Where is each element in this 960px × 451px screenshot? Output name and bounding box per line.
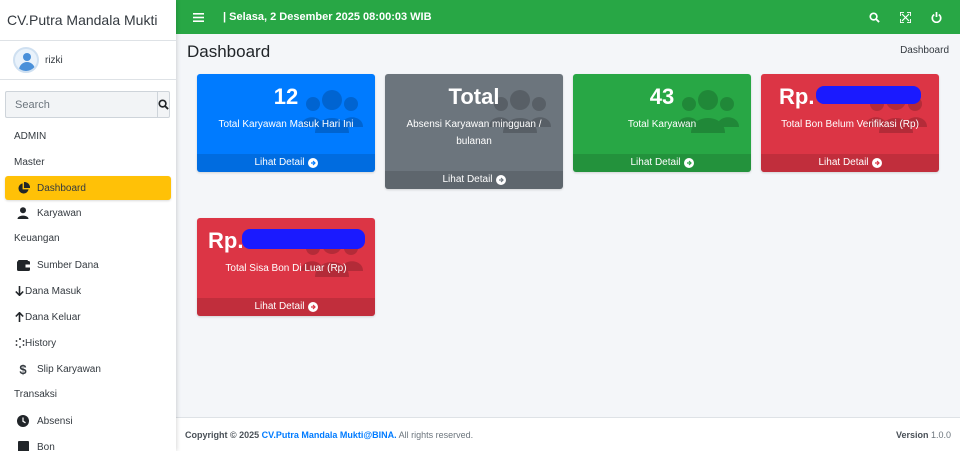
clock-icon — [14, 415, 32, 427]
footer-copyright: Copyright © 2025 CV.Putra Mandala Mukti@… — [185, 430, 473, 440]
card-detail-link[interactable]: Lihat Detail — [385, 171, 563, 189]
card-value-prefix: Rp. — [208, 228, 244, 253]
card-bon-belum-verifikasi: Rp. Total Bon Belum Verifikasi (Rp) Liha… — [761, 74, 939, 172]
sidebar-item-label: Slip Karyawan — [37, 363, 101, 375]
card-detail-link[interactable]: Lihat Detail — [197, 154, 375, 172]
receipt-icon — [14, 440, 32, 451]
search-input[interactable] — [5, 91, 157, 118]
company-link[interactable]: CV.Putra Mandala Mukti@BINA. — [262, 430, 397, 440]
card-detail-link[interactable]: Lihat Detail — [573, 154, 751, 172]
arrow-circle-right-icon — [495, 175, 506, 185]
sidebar-item-dana-keluar[interactable]: Dana Keluar — [0, 304, 176, 330]
sidebar-item-slip-karyawan[interactable]: $ Slip Karyawan — [0, 356, 176, 382]
card-label: Absensi Karyawan mingguan / bulanan — [406, 119, 542, 147]
arrow-circle-right-icon — [871, 158, 882, 168]
breadcrumb[interactable]: Dashboard — [900, 45, 949, 56]
sidebar-item-label: Karyawan — [37, 207, 82, 219]
sidebar-item-karyawan[interactable]: Karyawan — [0, 200, 176, 226]
search-icon — [158, 99, 169, 110]
card-detail-label: Lihat Detail — [442, 174, 493, 185]
dollar-icon: $ — [19, 361, 27, 377]
sidebar-item-label: History — [25, 337, 57, 349]
sidebar-item-label: Dana Keluar — [25, 311, 81, 323]
sidebar-item-label: Sumber Dana — [37, 259, 99, 271]
fullscreen-button[interactable] — [890, 11, 921, 23]
sidebar: CV.Putra Mandala Mukti rizki ADMIN Maste… — [0, 0, 176, 451]
expand-icon — [900, 11, 911, 23]
card-value: 43 — [649, 84, 675, 109]
arrow-circle-right-icon — [683, 158, 694, 168]
sidebar-item-sumber-dana[interactable]: Sumber Dana — [0, 252, 176, 278]
sidebar-search — [5, 91, 170, 118]
search-icon — [869, 11, 880, 23]
nav-header-master: Master — [14, 157, 45, 168]
sidebar-nav: ADMIN Master Dashboard Karyawan Keuangan… — [0, 124, 176, 451]
copyright-text: Copyright © 2025 — [185, 429, 260, 440]
card-detail-label: Lihat Detail — [630, 157, 681, 168]
card-label: Total Bon Belum Verifikasi (Rp) — [781, 119, 919, 130]
wallet-icon — [14, 259, 32, 271]
menu-toggle-button[interactable] — [187, 12, 209, 22]
arrow-down-icon — [14, 286, 25, 296]
arrow-up-icon — [14, 312, 25, 322]
user-icon — [14, 207, 32, 219]
avatar — [13, 47, 39, 73]
footer-version: Version 1.0.0 — [896, 430, 951, 440]
card-detail-link[interactable]: Lihat Detail — [761, 154, 939, 172]
card-value: Total — [448, 84, 500, 109]
card-sisa-bon: Rp. Total Sisa Bon Di Luar (Rp) Lihat De… — [197, 218, 375, 316]
menu-icon — [192, 12, 204, 22]
power-icon — [931, 11, 942, 23]
navbar-search-button[interactable] — [859, 11, 890, 23]
spinner-icon — [14, 338, 25, 348]
user-name[interactable]: rizki — [45, 55, 63, 66]
card-karyawan-masuk: 12 Total Karyawan Masuk Hari Ini Lihat D… — [197, 74, 375, 172]
sidebar-item-absensi[interactable]: Absensi — [0, 408, 176, 434]
top-icons — [859, 0, 952, 34]
redaction-mark — [816, 86, 921, 104]
page-footer: Copyright © 2025 CV.Putra Mandala Mukti@… — [176, 417, 960, 451]
brand-title[interactable]: CV.Putra Mandala Mukti — [0, 0, 176, 41]
card-detail-label: Lihat Detail — [254, 301, 305, 312]
top-navbar: | Selasa, 2 Desember 2025 08:00:03 WIB — [176, 0, 960, 34]
search-button[interactable] — [157, 91, 170, 118]
current-datetime: | Selasa, 2 Desember 2025 08:00:03 WIB — [223, 11, 432, 23]
version-value: 1.0.0 — [930, 429, 951, 440]
sidebar-item-label: Dashboard — [37, 182, 86, 194]
sidebar-item-label: Absensi — [37, 415, 73, 427]
sidebar-item-bon[interactable]: Bon — [0, 434, 176, 451]
nav-header-keuangan: Keuangan — [14, 233, 60, 244]
redaction-mark — [242, 229, 365, 249]
card-label: Total Sisa Bon Di Luar (Rp) — [225, 263, 347, 274]
card-label: Total Karyawan — [627, 119, 697, 130]
card-value-prefix: Rp. — [779, 84, 815, 109]
arrow-circle-right-icon — [307, 302, 318, 312]
sidebar-item-label: Dana Masuk — [25, 285, 82, 297]
card-detail-label: Lihat Detail — [254, 157, 305, 168]
card-absensi: Total Absensi Karyawan mingguan / bulana… — [385, 74, 563, 189]
page-title: Dashboard — [187, 42, 271, 61]
pie-chart-icon — [14, 181, 32, 195]
card-value: 12 — [273, 84, 299, 109]
user-panel[interactable]: rizki — [0, 41, 176, 80]
card-detail-link[interactable]: Lihat Detail — [197, 298, 375, 316]
logout-button[interactable] — [921, 11, 952, 23]
version-label: Version — [895, 429, 929, 440]
card-detail-label: Lihat Detail — [818, 157, 869, 168]
sidebar-item-label: Bon — [37, 441, 55, 451]
rights-text: All rights reserved. — [398, 429, 474, 440]
card-total-karyawan: 43 Total Karyawan Lihat Detail — [573, 74, 751, 172]
sidebar-item-history[interactable]: History — [0, 330, 176, 356]
sidebar-item-dashboard[interactable]: Dashboard — [5, 176, 171, 200]
nav-header-transaksi: Transaksi — [14, 389, 57, 400]
card-label: Total Karyawan Masuk Hari Ini — [218, 119, 354, 130]
arrow-circle-right-icon — [307, 158, 318, 168]
sidebar-item-dana-masuk[interactable]: Dana Masuk — [0, 278, 176, 304]
nav-header-admin: ADMIN — [14, 131, 47, 142]
